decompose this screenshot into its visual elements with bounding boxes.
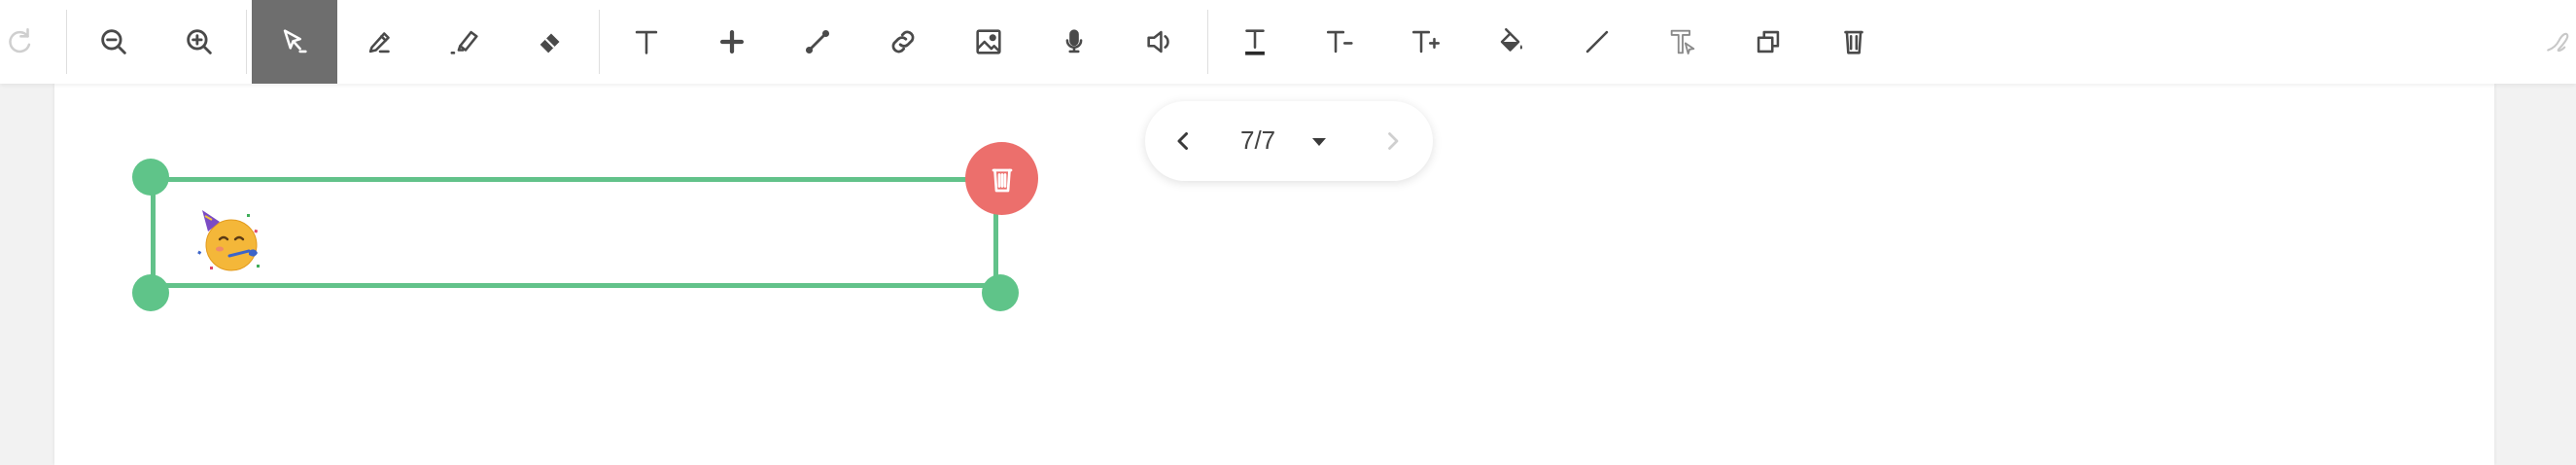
plus-icon: [719, 29, 745, 54]
link-icon: [891, 30, 915, 54]
next-page-button[interactable]: [1373, 122, 1411, 161]
text-format-icon: [1670, 29, 1695, 54]
toolbar-divider: [599, 10, 600, 74]
pen-icon: [368, 32, 390, 54]
zoom-in-icon: [187, 29, 212, 54]
text-icon: [635, 30, 658, 54]
page-navigator: 7/7: [1145, 101, 1433, 181]
delete-toolbar-button[interactable]: [1811, 0, 1897, 84]
page-indicator: 7/7: [1240, 125, 1276, 155]
eraser-icon: [540, 33, 560, 54]
fill-color-button[interactable]: [1469, 0, 1554, 84]
resize-handle-top-left[interactable]: [132, 159, 169, 196]
toolbar-divider: [246, 10, 247, 74]
text-color-button[interactable]: [1212, 0, 1298, 84]
zoom-in-button[interactable]: [157, 0, 242, 84]
selection-box[interactable]: [151, 177, 998, 288]
text-style-button[interactable]: [1640, 0, 1725, 84]
increase-text-size-button[interactable]: [1383, 0, 1469, 84]
zoom-out-icon: [101, 29, 126, 54]
text-tool-button[interactable]: [604, 0, 689, 84]
resize-handle-bottom-right[interactable]: [982, 274, 1019, 311]
add-button[interactable]: [689, 0, 775, 84]
delete-selection-button[interactable]: [965, 142, 1038, 215]
trash-icon: [1844, 30, 1863, 54]
cursor-select-icon: [283, 29, 307, 54]
trash-icon: [992, 168, 1012, 192]
image-icon: [976, 29, 1001, 54]
pen-tool-button[interactable]: [337, 0, 423, 84]
signature-icon: [2547, 32, 2569, 53]
line-tool-button[interactable]: [1554, 0, 1640, 84]
redo-button[interactable]: [0, 0, 62, 84]
microphone-icon: [1065, 29, 1083, 54]
connector-tool-button[interactable]: [775, 0, 860, 84]
toolbar-divider: [66, 10, 67, 74]
select-tool-button[interactable]: [252, 0, 337, 84]
highlighter-icon: [450, 30, 478, 54]
toolbar-divider: [1207, 10, 1208, 74]
audio-button[interactable]: [1117, 0, 1202, 84]
signature-button[interactable]: [2518, 0, 2576, 84]
image-tool-button[interactable]: [946, 0, 1031, 84]
caret-down-icon: [1312, 138, 1326, 146]
redo-icon: [9, 27, 31, 54]
text-minus-icon: [1326, 30, 1353, 54]
speaker-icon: [1147, 30, 1169, 54]
zoom-out-button[interactable]: [71, 0, 157, 84]
partying-face-emoji[interactable]: [194, 206, 264, 274]
highlighter-tool-button[interactable]: [423, 0, 508, 84]
page-dropdown-button[interactable]: [1305, 128, 1333, 156]
chevron-left-icon: [1177, 132, 1188, 150]
connector-icon: [805, 29, 830, 54]
paint-bucket-icon: [1500, 27, 1523, 52]
text-underline-icon: [1245, 29, 1265, 55]
eraser-tool-button[interactable]: [508, 0, 594, 84]
link-tool-button[interactable]: [860, 0, 946, 84]
microphone-button[interactable]: [1031, 0, 1117, 84]
copy-icon: [1757, 30, 1780, 54]
chevron-right-icon: [1388, 132, 1399, 150]
decrease-text-size-button[interactable]: [1298, 0, 1383, 84]
line-icon: [1585, 30, 1609, 54]
text-plus-icon: [1411, 30, 1441, 54]
previous-page-button[interactable]: [1165, 122, 1203, 161]
duplicate-button[interactable]: [1725, 0, 1811, 84]
toolbar: [0, 0, 2576, 84]
resize-handle-bottom-left[interactable]: [132, 274, 169, 311]
